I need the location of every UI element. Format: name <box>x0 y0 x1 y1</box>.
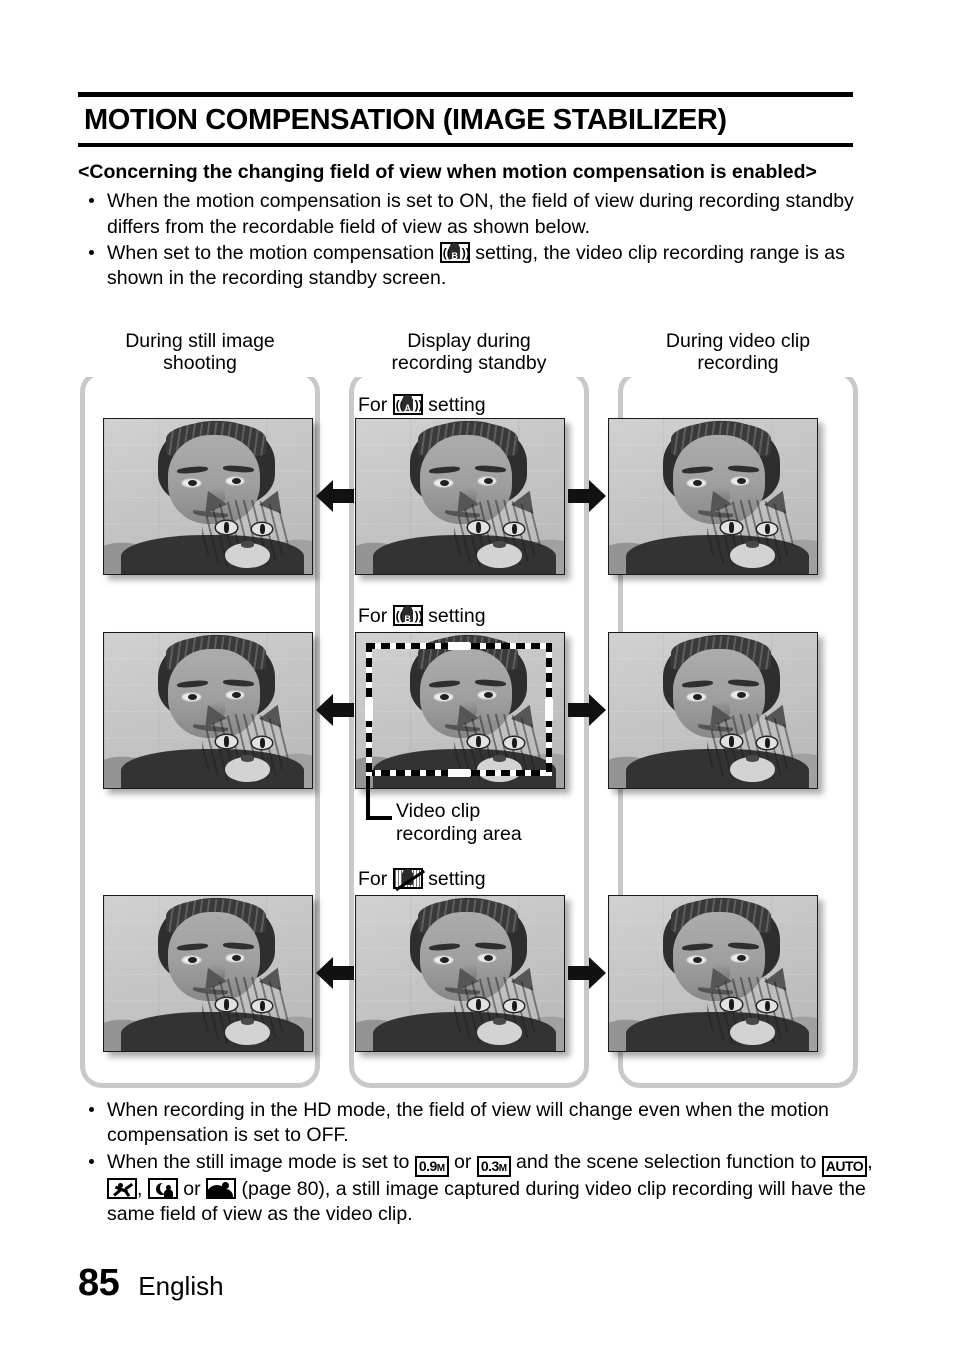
bullet-dot-icon <box>89 1158 94 1164</box>
arrow-right-row3 <box>568 955 606 991</box>
setting-text: setting <box>428 868 486 890</box>
scene-sports-icon <box>107 1177 137 1199</box>
scene-night-view-icon <box>147 1177 178 1199</box>
image-stabilizer-a-icon: (( )) A <box>392 394 423 415</box>
for-text: For <box>358 605 388 627</box>
stabilizer-mode-letter: B <box>404 614 411 624</box>
note-comma-2: , <box>137 1177 143 1200</box>
note-bullet-2: When the still image mode is set to 0.9M… <box>78 1150 878 1228</box>
photo-still-row1 <box>103 418 313 575</box>
manual-page: MOTION COMPENSATION (IMAGE STABILIZER) <… <box>0 0 954 1350</box>
resolution-value: 0.3 <box>480 1157 499 1174</box>
column-caption-video-clip: During video clip recording <box>618 330 858 377</box>
caption-line-1: During still image <box>125 330 275 352</box>
note-or-2: or <box>183 1177 201 1200</box>
arrow-left-row1 <box>316 478 354 514</box>
arrow-right-row1 <box>568 478 606 514</box>
callout-line-2: recording area <box>396 822 522 845</box>
leader-vertical <box>366 776 370 820</box>
caption-line-1: Display during <box>407 330 531 352</box>
note-bullet-1: When recording in the HD mode, the field… <box>78 1098 878 1149</box>
photo-video-row2 <box>608 632 818 789</box>
photo-scene <box>356 419 564 574</box>
arrow-right-row2 <box>568 692 606 728</box>
row-label-setting-b: For (( )) B setting <box>355 604 489 629</box>
section-subheading: <Concerning the changing field of view w… <box>78 161 817 183</box>
for-text: For <box>358 394 388 416</box>
photo-still-row2 <box>103 632 313 789</box>
page-number: 85 <box>78 1262 120 1304</box>
image-stabilizer-b-icon: (( )) B <box>439 242 470 264</box>
scene-auto-icon: AUTO <box>821 1155 868 1177</box>
bullet-dot-icon <box>89 1107 94 1112</box>
leader-horizontal <box>366 816 392 820</box>
rec-frame-gap-bottom <box>448 769 470 777</box>
arrow-left-row2 <box>316 692 354 728</box>
page-footer: 85 English <box>78 1262 224 1305</box>
photo-scene <box>609 419 817 574</box>
resolution-unit: M <box>436 1162 445 1174</box>
row-label-setting-a: For (( )) A setting <box>355 393 489 418</box>
note-text-a: When the still image mode is set to <box>107 1150 410 1173</box>
image-stabilizer-off-icon <box>392 868 425 891</box>
page-header: MOTION COMPENSATION (IMAGE STABILIZER) <box>78 92 853 147</box>
language-label: English <box>138 1271 224 1301</box>
note-text-b: and the scene selection function to <box>516 1150 817 1173</box>
image-stabilizer-b-icon: (( )) B <box>392 605 423 626</box>
bullet-dot-icon <box>89 198 94 204</box>
column-caption-recording-standby: Display during recording standby <box>349 330 589 377</box>
setting-text: setting <box>428 394 486 416</box>
note-bullet-1-text: When recording in the HD mode, the field… <box>107 1099 829 1147</box>
arrow-left-row3 <box>316 955 354 991</box>
page-title: MOTION COMPENSATION (IMAGE STABILIZER) <box>84 104 727 136</box>
stabilizer-mode-letter: B <box>451 251 459 262</box>
caption-line-2: recording <box>697 352 779 375</box>
photo-scene <box>104 633 312 788</box>
note-comma-1: , <box>867 1150 873 1173</box>
photo-scene <box>609 633 817 788</box>
bullet-dot-icon <box>89 250 94 256</box>
callout-line-1: Video clip <box>396 800 481 822</box>
resolution-0-3m-icon: 0.3M <box>476 1155 511 1177</box>
rec-frame-gap-top <box>448 642 470 650</box>
caption-line-2: shooting <box>163 352 237 375</box>
resolution-0-9m-icon: 0.9M <box>414 1155 449 1177</box>
header-rule-bottom <box>78 143 853 147</box>
photo-video-row1 <box>608 418 818 575</box>
column-caption-still-image: During still image shooting <box>80 330 320 377</box>
video-clip-recording-area-label: Video clip recording area <box>396 800 522 845</box>
photo-standby-row3 <box>355 895 565 1052</box>
intro-bullet-2-text-before: When set to the motion compensation <box>107 242 435 265</box>
resolution-value: 0.9 <box>418 1157 437 1174</box>
field-of-view-figure: During still image shooting Display duri… <box>78 330 868 1090</box>
scene-landscape-icon <box>206 1177 237 1199</box>
photo-still-row3 <box>103 895 313 1052</box>
caption-line-2: recording standby <box>391 352 547 375</box>
photo-scene <box>104 419 312 574</box>
intro-bullet-2: When set to the motion compensation (( )… <box>78 241 868 292</box>
photo-scene <box>356 896 564 1051</box>
photo-scene <box>104 896 312 1051</box>
note-or-1: or <box>454 1150 472 1173</box>
setting-text: setting <box>428 605 486 627</box>
caption-line-1: During video clip <box>665 330 811 352</box>
intro-bullet-1-text: When the motion compensation is set to O… <box>107 190 854 238</box>
intro-bullet-1: When the motion compensation is set to O… <box>78 189 868 240</box>
notes-section: When recording in the HD mode, the field… <box>78 1098 878 1228</box>
intro-section: <Concerning the changing field of view w… <box>78 160 868 293</box>
video-clip-recording-area-frame <box>365 642 553 777</box>
row-label-setting-off: For setting <box>355 867 489 892</box>
for-text: For <box>358 868 388 890</box>
recording-area-leader-line <box>366 776 392 820</box>
intro-bullet-list: When the motion compensation is set to O… <box>78 189 868 291</box>
photo-video-row3 <box>608 895 818 1052</box>
rec-frame-gap-left <box>365 699 373 721</box>
photo-scene <box>609 896 817 1051</box>
resolution-unit: M <box>498 1162 507 1174</box>
photo-standby-row1 <box>355 418 565 575</box>
rec-frame-gap-right <box>545 699 553 721</box>
stabilizer-mode-letter: A <box>404 403 411 413</box>
